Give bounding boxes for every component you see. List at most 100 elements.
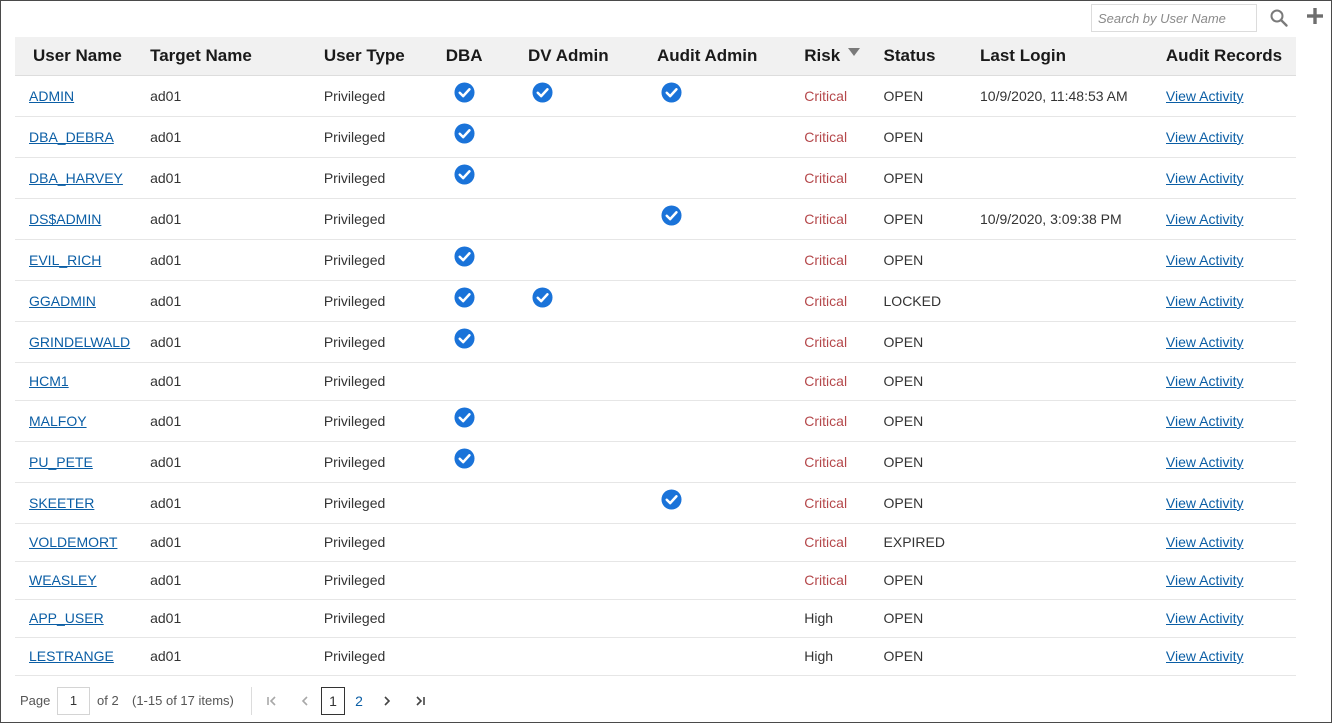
- user-name-link[interactable]: SKEETER: [29, 495, 94, 511]
- account-status: OPEN: [883, 333, 924, 350]
- view-activity-link[interactable]: View Activity: [1166, 572, 1244, 588]
- user-name-link[interactable]: DBA_HARVEY: [29, 170, 123, 186]
- user-name-link[interactable]: DS$ADMIN: [29, 211, 101, 227]
- risk-cell: Critical: [804, 482, 884, 524]
- last-login-cell: [980, 561, 1166, 600]
- table-row: PU_PETE ad01 Privileged Critical OPEN View Ac…: [15, 441, 1296, 483]
- column-header-user-type[interactable]: User Type: [323, 37, 446, 76]
- column-header-risk[interactable]: Risk: [804, 37, 884, 76]
- dba-cell: [445, 523, 528, 562]
- account-status: OPEN: [883, 572, 924, 588]
- search-icon[interactable]: [1269, 8, 1289, 28]
- page-button-2[interactable]: 2: [349, 687, 369, 715]
- column-header-label: Risk: [804, 45, 841, 65]
- view-activity-link[interactable]: View Activity: [1166, 334, 1244, 350]
- user-name-link[interactable]: HCM1: [29, 373, 69, 389]
- view-activity-link[interactable]: View Activity: [1166, 610, 1244, 626]
- user-name-link[interactable]: EVIL_RICH: [29, 252, 101, 268]
- column-header-user-name[interactable]: User Name: [15, 37, 151, 76]
- risk-level: Critical: [804, 251, 848, 268]
- last-login-cell: 10/9/2020, 11:48:53 AM: [980, 75, 1166, 117]
- pagination-bar: Page of 2 (1-15 of 17 items) 1 2: [20, 687, 460, 715]
- view-activity-link[interactable]: View Activity: [1166, 211, 1244, 227]
- status-cell: OPEN: [883, 482, 981, 524]
- column-header-target-name[interactable]: Target Name: [150, 37, 324, 76]
- view-activity-link[interactable]: View Activity: [1166, 170, 1244, 186]
- check-circle-icon: [532, 287, 553, 308]
- account-status: OPEN: [883, 610, 924, 626]
- pager-divider: [251, 687, 252, 715]
- first-page-icon[interactable]: [262, 687, 282, 715]
- user-type: Privileged: [323, 333, 386, 350]
- user-type: Privileged: [323, 572, 386, 588]
- table-row: EVIL_RICH ad01 Privileged Critical OPEN View …: [15, 239, 1296, 281]
- view-activity-link[interactable]: View Activity: [1166, 413, 1244, 429]
- view-activity-link[interactable]: View Activity: [1166, 534, 1244, 550]
- check-circle-icon: [454, 287, 475, 308]
- column-header-audit-records[interactable]: Audit Records: [1165, 37, 1296, 76]
- user-name-link[interactable]: GRINDELWALD: [29, 334, 130, 350]
- last-page-icon[interactable]: [410, 687, 430, 715]
- view-activity-link[interactable]: View Activity: [1166, 129, 1244, 145]
- target-name: ad01: [150, 292, 182, 309]
- audit-records-cell: View Activity: [1165, 482, 1296, 524]
- last-login-cell: [980, 116, 1166, 158]
- risk-cell: Critical: [804, 321, 884, 363]
- user-name-link[interactable]: VOLDEMORT: [29, 534, 117, 550]
- view-activity-link[interactable]: View Activity: [1166, 373, 1244, 389]
- column-header-last-login[interactable]: Last Login: [980, 37, 1166, 76]
- user-name-link[interactable]: LESTRANGE: [29, 648, 114, 664]
- table-header-row: User Name Target Name User Type DBA DV A…: [15, 37, 1296, 76]
- view-activity-link[interactable]: View Activity: [1166, 495, 1244, 511]
- status-cell: OPEN: [883, 116, 981, 158]
- status-cell: EXPIRED: [883, 523, 981, 562]
- dba-cell: [445, 157, 528, 199]
- user-name-cell: GGADMIN: [15, 280, 151, 322]
- user-name-link[interactable]: WEASLEY: [29, 572, 97, 588]
- risk-level: Critical: [804, 292, 848, 309]
- user-name-link[interactable]: APP_USER: [29, 610, 104, 626]
- table-row: HCM1 ad01 Privileged Critical OPEN View Activ…: [15, 362, 1296, 401]
- column-header-status[interactable]: Status: [883, 37, 981, 76]
- view-activity-link[interactable]: View Activity: [1166, 88, 1244, 104]
- risk-level: Critical: [804, 572, 848, 588]
- user-type-cell: Privileged: [323, 441, 446, 483]
- user-name-link[interactable]: DBA_DEBRA: [29, 129, 114, 145]
- user-name-link[interactable]: GGADMIN: [29, 293, 96, 309]
- next-page-icon[interactable]: [377, 687, 397, 715]
- last-login-cell: [980, 157, 1166, 199]
- audit-admin-cell: [656, 116, 805, 158]
- column-header-dba[interactable]: DBA: [445, 37, 528, 76]
- view-activity-link[interactable]: View Activity: [1166, 454, 1244, 470]
- risk-cell: Critical: [804, 441, 884, 483]
- page-number-input[interactable]: [57, 687, 90, 715]
- account-status: OPEN: [883, 210, 924, 227]
- risk-cell: Critical: [804, 362, 884, 401]
- page-button-1[interactable]: 1: [321, 687, 345, 715]
- previous-page-icon[interactable]: [295, 687, 315, 715]
- audit-records-cell: View Activity: [1165, 599, 1296, 638]
- user-name-link[interactable]: MALFOY: [29, 413, 87, 429]
- dba-cell: [445, 362, 528, 401]
- add-icon[interactable]: [1306, 7, 1324, 25]
- search-input[interactable]: [1091, 4, 1257, 32]
- column-header-dv-admin[interactable]: DV Admin: [527, 37, 657, 76]
- view-activity-link[interactable]: View Activity: [1166, 252, 1244, 268]
- view-activity-link[interactable]: View Activity: [1166, 648, 1244, 664]
- user-name-link[interactable]: ADMIN: [29, 88, 74, 104]
- view-activity-link[interactable]: View Activity: [1166, 293, 1244, 309]
- status-cell: OPEN: [883, 441, 981, 483]
- user-name-link[interactable]: PU_PETE: [29, 454, 93, 470]
- column-header-label: DV Admin: [527, 45, 609, 65]
- audit-records-cell: View Activity: [1165, 198, 1296, 240]
- risk-level: Critical: [804, 128, 848, 145]
- dba-cell: [445, 561, 528, 600]
- user-type: Privileged: [323, 412, 386, 429]
- user-type-cell: Privileged: [323, 116, 446, 158]
- sort-descending-icon[interactable]: [848, 48, 861, 57]
- table-row: LESTRANGE ad01 Privileged High OPEN View Acti…: [15, 637, 1296, 676]
- target-name-cell: ad01: [150, 198, 324, 240]
- user-name-cell: SKEETER: [15, 482, 151, 524]
- audit-admin-cell: [656, 599, 805, 638]
- column-header-audit-admin[interactable]: Audit Admin: [656, 37, 805, 76]
